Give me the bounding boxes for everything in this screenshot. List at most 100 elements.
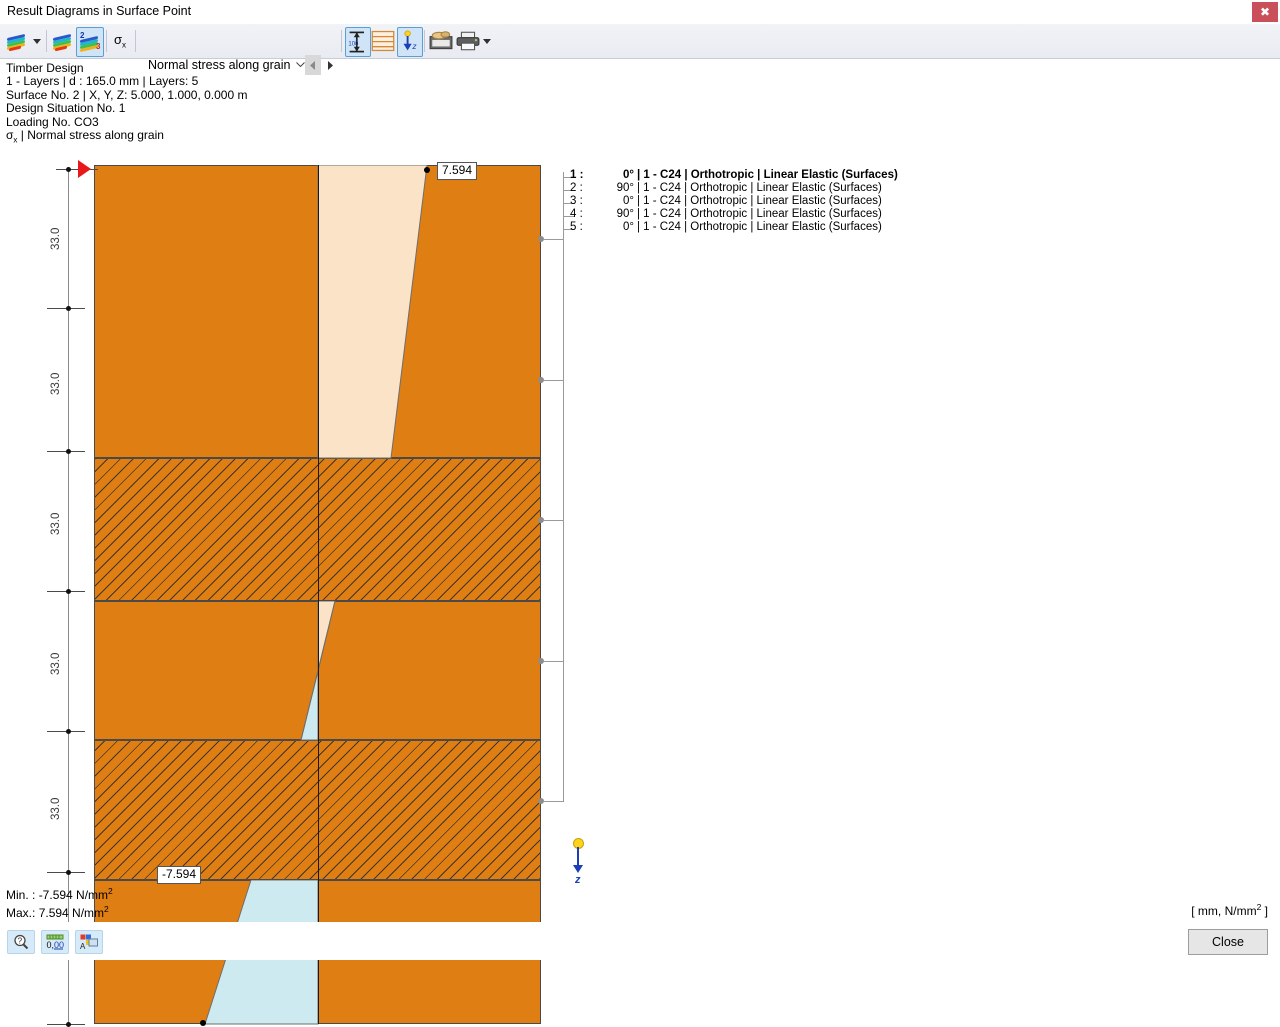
legend-row-number: 5 : [570, 221, 600, 233]
info-line-4: Design Situation No. 1 [6, 102, 248, 115]
legend: 1 : 0° | 1 - C24 | Orthotropic | Linear … [570, 168, 898, 234]
zero-axis-line [318, 165, 319, 1024]
info-block: Timber Design 1 - Layers | d : 165.0 mm … [6, 62, 248, 147]
chevron-down-icon [33, 39, 41, 44]
dimension-node-2 [66, 449, 71, 454]
sigma-subscript: x [122, 41, 126, 50]
legend-row[interactable]: 4 : 90° | 1 - C24 | Orthotropic | Linear… [570, 208, 898, 221]
page-title: Result Diagrams in Surface Point [7, 4, 191, 18]
max-value: 7.594 N/mm [39, 906, 104, 920]
window-close-button[interactable]: ✖ [1252, 2, 1278, 22]
min-value-marker [200, 1020, 206, 1026]
show-layers-button[interactable] [371, 27, 395, 55]
footer-bar: ? 0, 00 A Close [0, 922, 1280, 960]
print-dropdown[interactable] [480, 27, 494, 55]
toolbar-separator-2 [106, 30, 107, 52]
min-row: Min. : -7.594 N/mm2 [6, 884, 113, 902]
legend-row-number: 4 : [570, 208, 600, 220]
display-properties-button[interactable]: A [75, 930, 103, 954]
print-button[interactable] [455, 27, 481, 55]
toolbar: 2 3 σx Normal stress along grain 100 [0, 24, 1280, 59]
z-axis-arrowhead [573, 865, 583, 873]
units-label: [ mm, N/mm2 ] [1191, 902, 1268, 918]
legend-row[interactable]: 3 : 0° | 1 - C24 | Orthotropic | Linear … [570, 194, 898, 207]
decimal-places-button[interactable]: 0, 00 [41, 930, 69, 954]
legend-row-number: 1 : [570, 169, 600, 181]
print-preview-button[interactable] [428, 27, 454, 55]
diagram-canvas[interactable]: 7.594 -7.594 33.0 33.0 33.0 33.0 33.0 [0, 150, 1280, 890]
dimension-node-3 [66, 589, 71, 594]
leader-line-1 [543, 239, 564, 240]
info-line-1: Timber Design [6, 62, 248, 75]
diagram-scale-button[interactable]: 100 [345, 27, 371, 57]
svg-text:A: A [80, 942, 86, 950]
max-label: Max.: [6, 906, 35, 920]
legend-row-desc: | 1 - C24 | Orthotropic | Linear Elastic… [637, 221, 882, 233]
svg-text:0,: 0, [47, 940, 55, 950]
diagram-scale-icon: 100 [346, 30, 370, 54]
toolbar-separator-4 [341, 30, 342, 52]
legend-leader-spine [563, 172, 564, 802]
legend-row-angle: 0° [600, 221, 637, 233]
dimension-node-6 [66, 1022, 71, 1027]
dimension-node-4 [66, 729, 71, 734]
title-bar: Result Diagrams in Surface Point ✖ [0, 0, 1280, 25]
units-prefix: [ mm, N/mm [1191, 904, 1256, 918]
leader-line-5 [543, 801, 564, 802]
z-axis-label: z [575, 874, 581, 886]
legend-row-angle: 0° [600, 195, 637, 207]
dimension-label-3: 33.0 [50, 513, 62, 535]
z-direction-button[interactable]: z [397, 27, 423, 57]
show-layers-icon [371, 29, 395, 53]
toolbar-separator-3 [135, 30, 136, 52]
max-row: Max.: 7.594 N/mm2 [6, 902, 113, 920]
legend-row[interactable]: 2 : 90° | 1 - C24 | Orthotropic | Linear… [570, 181, 898, 194]
dimension-node-0 [66, 167, 71, 172]
min-exponent: 2 [108, 886, 113, 896]
result-diagram-button[interactable] [4, 27, 30, 55]
all-layers-button[interactable] [50, 27, 76, 55]
units-suffix: ] [1261, 904, 1268, 918]
all-layers-diagram-icon [52, 33, 74, 49]
leader-line-3 [543, 520, 564, 521]
sigma-symbol: σ [114, 32, 122, 47]
legend-row[interactable]: 1 : 0° | 1 - C24 | Orthotropic | Linear … [570, 168, 898, 181]
print-preview-icon [429, 29, 453, 53]
info-line-6-text: | Normal stress along grain [17, 128, 164, 142]
legend-row-angle: 90° [600, 182, 637, 194]
help-button[interactable]: ? [7, 930, 35, 954]
single-layer-button[interactable]: 2 3 [76, 27, 104, 57]
next-result-icon [327, 61, 333, 70]
close-icon: ✖ [1260, 5, 1270, 19]
leader-line-4 [543, 661, 564, 662]
svg-text:100: 100 [348, 42, 359, 48]
dimension-node-1 [66, 306, 71, 311]
result-diagram-dropdown[interactable] [30, 27, 44, 55]
legend-row-angle: 0° [600, 169, 637, 181]
chevron-down-icon [483, 39, 491, 44]
previous-result-icon [310, 61, 316, 70]
info-line-6: σx | Normal stress along grain [6, 129, 248, 147]
print-icon [456, 29, 480, 53]
z-axis-shaft [577, 847, 579, 867]
legend-row-desc: | 1 - C24 | Orthotropic | Linear Elastic… [637, 208, 882, 220]
close-button[interactable]: Close [1188, 929, 1268, 955]
z-direction-icon: z [398, 30, 422, 54]
display-properties-icon: A [80, 934, 98, 950]
z-axis-indicator: z [570, 838, 594, 888]
toolbar-separator-5 [424, 30, 425, 52]
leader-line-2 [543, 380, 564, 381]
min-value: -7.594 N/mm [39, 888, 108, 902]
svg-text:z: z [411, 41, 417, 51]
legend-row-angle: 90° [600, 208, 637, 220]
previous-result-button[interactable] [305, 55, 321, 75]
legend-row[interactable]: 5 : 0° | 1 - C24 | Orthotropic | Linear … [570, 221, 898, 234]
min-label: Min. : [6, 888, 35, 902]
info-line-2: 1 - Layers | d : 165.0 mm | Layers: 5 [6, 75, 248, 88]
decimal-places-icon: 0, 00 [46, 934, 64, 950]
legend-row-desc: | 1 - C24 | Orthotropic | Linear Elastic… [637, 195, 882, 207]
start-marker-arrow [78, 160, 91, 178]
min-value-label: -7.594 [157, 866, 201, 884]
legend-row-desc: | 1 - C24 | Orthotropic | Linear Elastic… [637, 182, 882, 194]
next-result-button[interactable] [322, 55, 338, 75]
